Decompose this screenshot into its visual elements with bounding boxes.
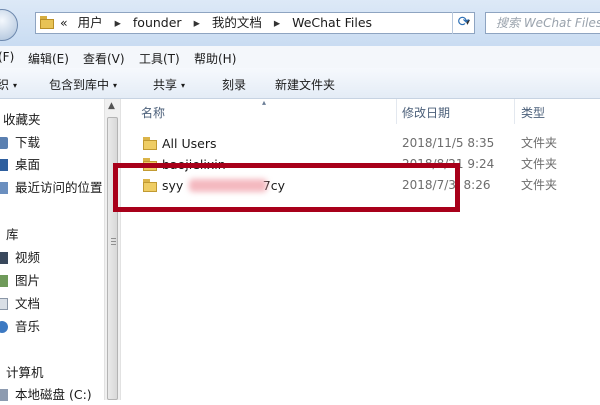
breadcrumb-wechat-files[interactable]: WeChat Files (292, 15, 372, 30)
music-icon (0, 321, 8, 333)
file-row[interactable]: All Users 2018/11/5 8:35 文件夹 (121, 133, 600, 154)
document-icon (0, 298, 8, 310)
breadcrumb-separator[interactable]: ▸ (194, 15, 200, 30)
nav-desktop[interactable]: 桌面 (0, 155, 104, 175)
file-name: All Users (162, 136, 217, 151)
breadcrumb-separator[interactable]: ▸ (274, 15, 280, 30)
nav-videos[interactable]: 视频 (0, 248, 104, 268)
breadcrumb-my-documents[interactable]: 我的文档 (212, 15, 262, 30)
back-button[interactable] (0, 9, 18, 41)
recent-places-icon (0, 182, 8, 194)
nav-documents[interactable]: 文档 (0, 294, 104, 314)
column-header-date-modified[interactable]: 修改日期 (402, 99, 450, 124)
burn-button[interactable]: 刻录 (222, 76, 246, 93)
sort-ascending-icon: ▴ (262, 98, 267, 107)
share-button[interactable]: 共享 ▾ (153, 76, 185, 93)
column-header-type[interactable]: 类型 (521, 99, 545, 124)
scroll-up-icon[interactable]: ▲ (108, 101, 115, 111)
scrollbar-thumb[interactable] (107, 117, 118, 400)
menu-file[interactable]: (F) (0, 50, 14, 64)
column-divider[interactable] (514, 99, 515, 124)
nav-local-disk[interactable]: 本地磁盘 (C:) (0, 385, 104, 405)
drive-icon (0, 389, 8, 401)
file-type: 文件夹 (521, 136, 558, 150)
search-input[interactable]: 搜索 WeChat Files (485, 12, 600, 34)
file-type: 文件夹 (521, 157, 558, 171)
menu-help[interactable]: 帮助(H) (194, 50, 236, 67)
menu-tools[interactable]: 工具(T) (139, 50, 180, 67)
menu-edit[interactable]: 编辑(E) (28, 50, 69, 67)
nav-downloads[interactable]: 下载 (0, 133, 104, 153)
breadcrumb-users[interactable]: 用户 (78, 15, 103, 30)
file-type: 文件夹 (521, 178, 558, 192)
folder-icon (143, 137, 157, 150)
video-icon (0, 252, 8, 264)
breadcrumb-founder[interactable]: founder (133, 15, 182, 30)
folder-icon (40, 16, 54, 30)
address-bar-row: « 用户 ▸ founder ▸ 我的文档 ▸ WeChat Files ▾ ⟳… (0, 0, 600, 46)
include-in-library-button[interactable]: 包含到库中 ▾ (49, 76, 117, 93)
menu-view[interactable]: 查看(V) (83, 50, 125, 67)
highlight-box (113, 163, 460, 212)
refresh-button[interactable]: ⟳ (452, 12, 474, 34)
address-bar[interactable]: « 用户 ▸ founder ▸ 我的文档 ▸ WeChat Files ▾ (35, 12, 475, 34)
breadcrumb-separator[interactable]: ▸ (115, 15, 121, 30)
new-folder-button[interactable]: 新建文件夹 (275, 76, 335, 93)
menu-bar: (F) 编辑(E) 查看(V) 工具(T) 帮助(H) (0, 46, 600, 69)
file-list: 名称 ▴ 修改日期 类型 All Users 2018/11/5 8:35 文件… (121, 98, 600, 400)
nav-pictures[interactable]: 图片 (0, 271, 104, 291)
nav-music[interactable]: 音乐 (0, 317, 104, 337)
column-divider[interactable] (396, 99, 397, 124)
download-icon (0, 137, 8, 149)
navigation-pane: 收藏夹 下载 桌面 最近访问的位置 库 视频 图片 文档 音乐 计算机 本地磁盘… (0, 99, 104, 402)
command-bar: 织 ▾ 包含到库中 ▾ 共享 ▾ 刻录 新建文件夹 (0, 68, 600, 99)
picture-icon (0, 275, 8, 287)
refresh-icon: ⟳ (457, 14, 470, 30)
nav-scrollbar[interactable]: ▲ (104, 99, 121, 400)
breadcrumb: « 用户 ▸ founder ▸ 我的文档 ▸ WeChat Files (60, 13, 372, 33)
nav-recent-places[interactable]: 最近访问的位置 (0, 178, 104, 198)
organize-button[interactable]: 织 ▾ (0, 76, 17, 93)
desktop-icon (0, 159, 8, 171)
file-date: 2018/11/5 8:35 (402, 136, 495, 150)
column-header-name[interactable]: 名称 (141, 99, 165, 124)
breadcrumb-overflow[interactable]: « (60, 15, 68, 30)
